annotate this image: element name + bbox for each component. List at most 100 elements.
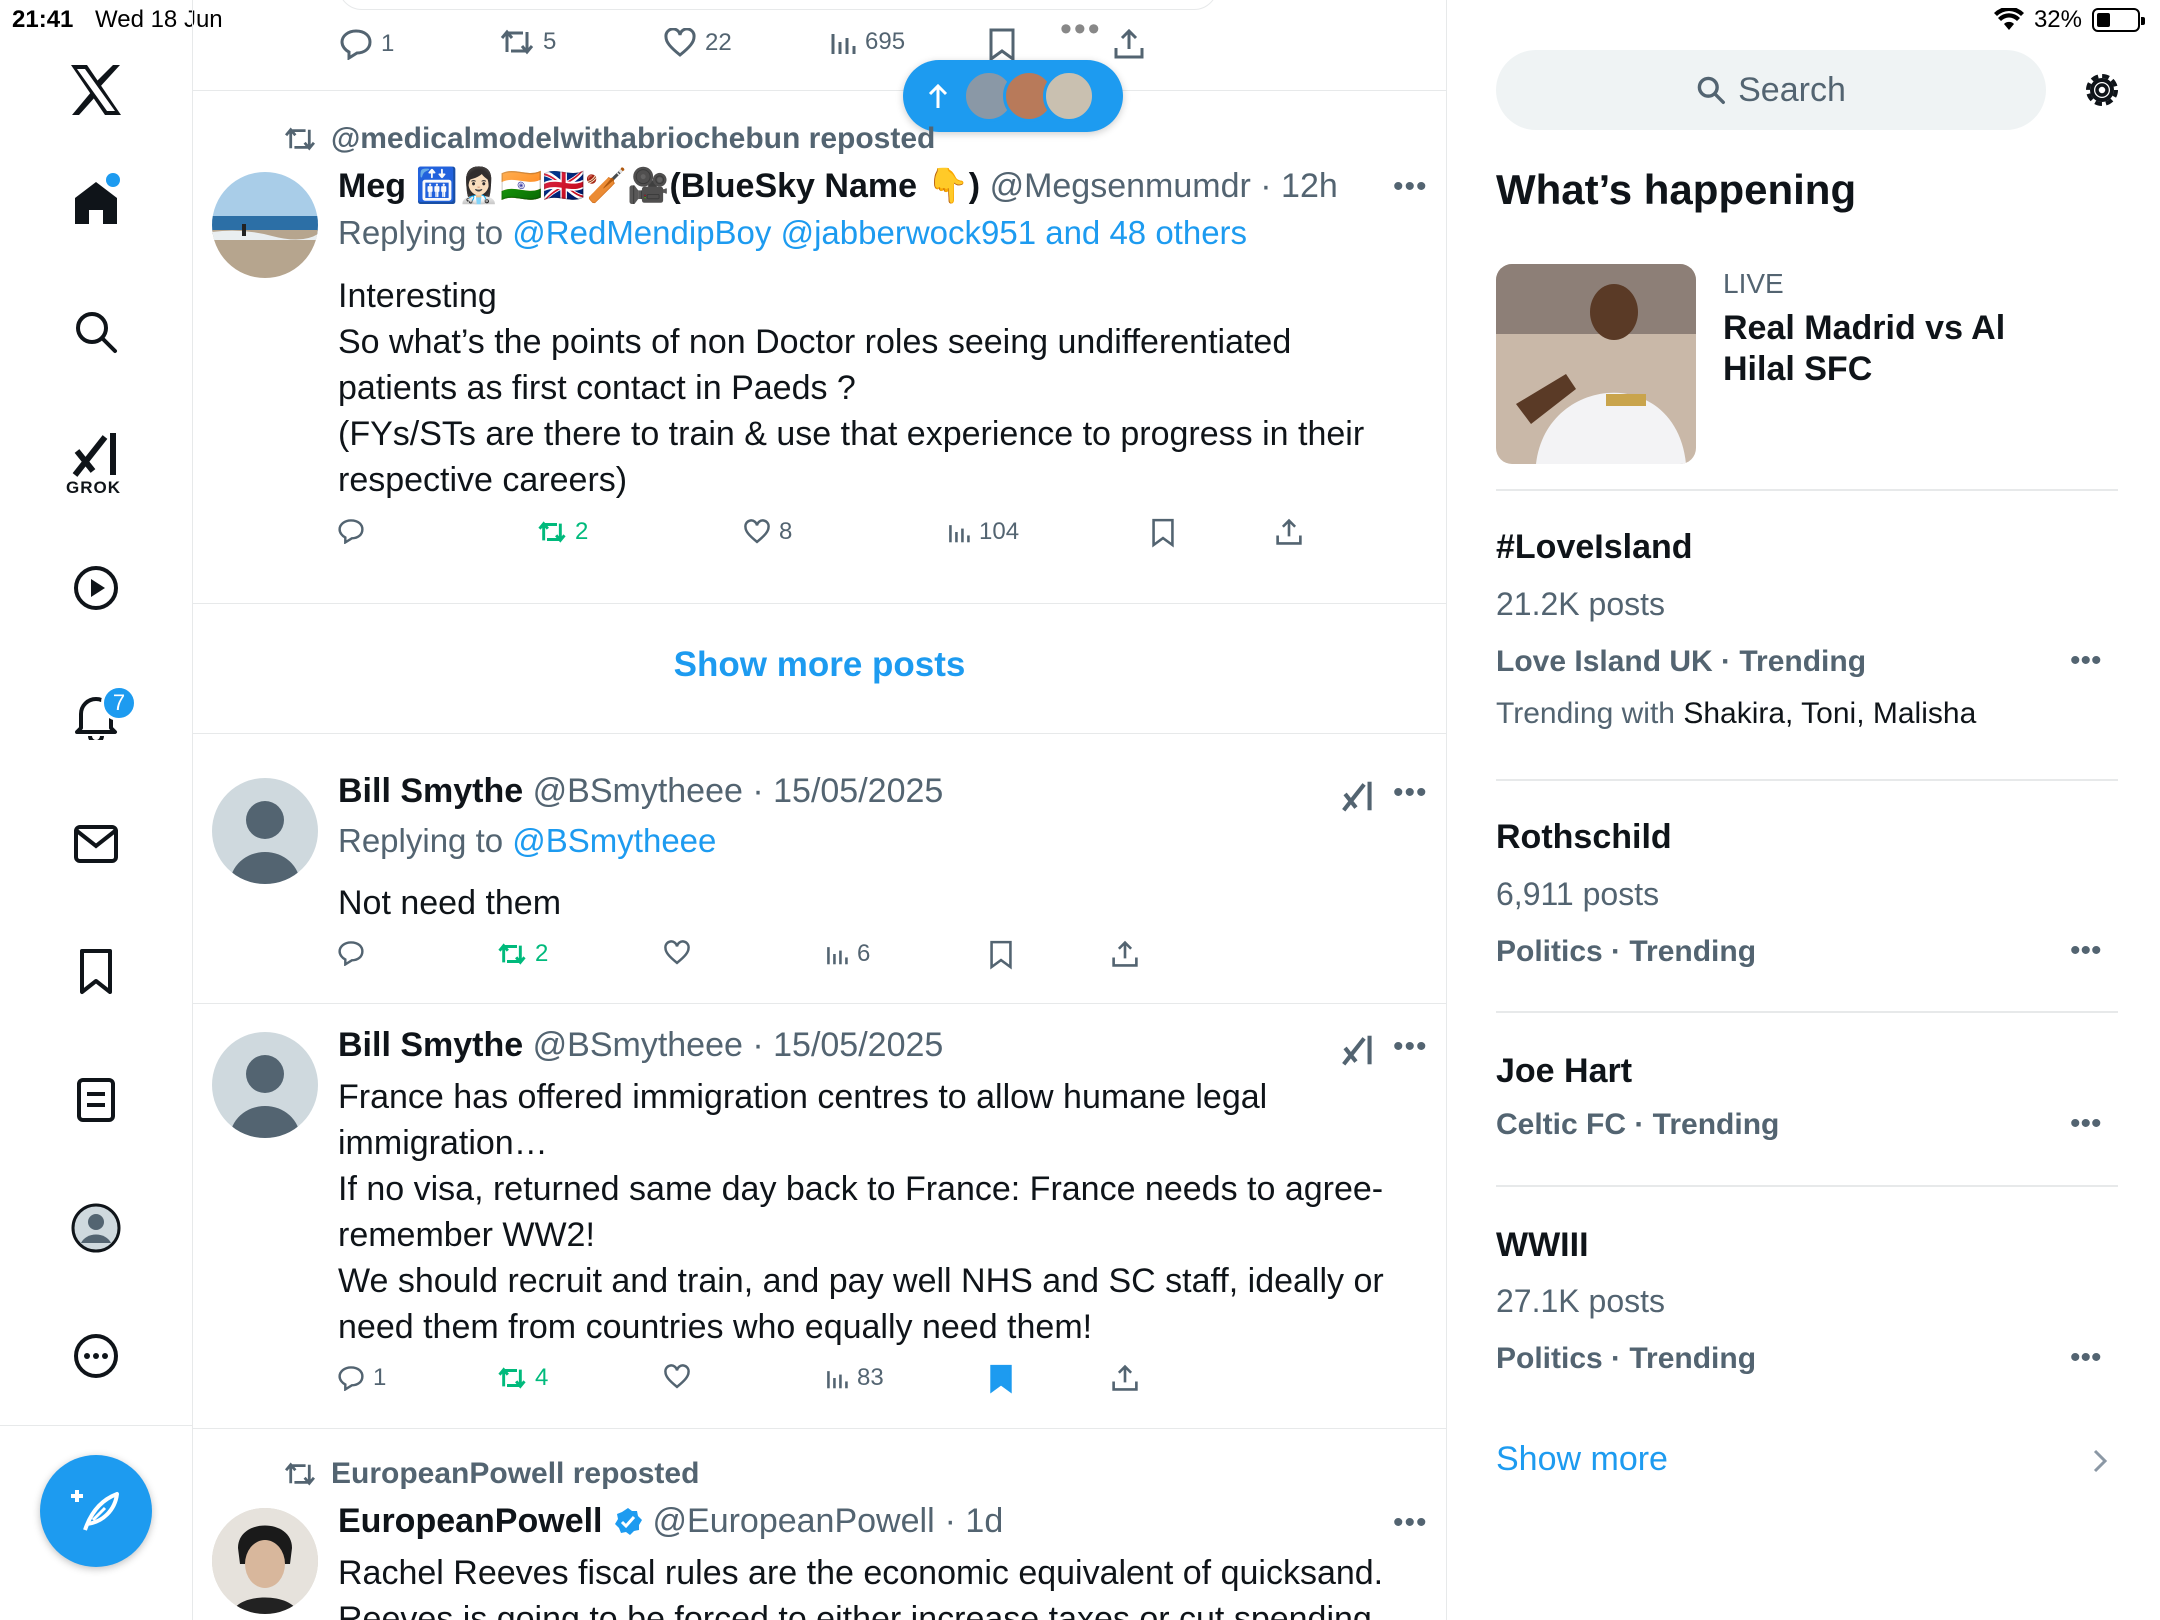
x-logo-icon[interactable] <box>60 54 132 126</box>
battery-icon <box>2092 8 2145 32</box>
author-handle[interactable]: @BSmytheee <box>533 1026 743 1064</box>
nav-explore[interactable] <box>60 296 132 368</box>
tweet-time[interactable]: · 15/05/2025 <box>752 772 943 810</box>
default-avatar-image <box>230 801 300 884</box>
replying-prefix: Replying to <box>338 822 504 859</box>
more-options-icon[interactable]: ••• <box>1393 1506 1428 1540</box>
repost-context[interactable]: @medicalmodelwithabriochebun reposted <box>283 122 935 156</box>
divider <box>1496 1011 2118 1013</box>
trend-posts: 6,911 posts <box>1496 876 1660 912</box>
live-event-image[interactable] <box>1496 264 1696 464</box>
arrow-up-icon <box>928 83 948 108</box>
reply-count: 1 <box>381 30 395 57</box>
avatar[interactable] <box>212 172 318 278</box>
nav-more[interactable] <box>60 1320 132 1392</box>
views-button[interactable]: 6 <box>825 940 870 968</box>
author-handle[interactable]: @BSmytheee <box>533 772 743 810</box>
bookmark-button[interactable] <box>988 28 1016 62</box>
search-input[interactable]: Search <box>1496 50 2046 130</box>
chevron-right-icon[interactable] <box>2092 1448 2108 1474</box>
reply-button[interactable] <box>337 940 365 966</box>
tweet-time[interactable]: · 15/05/2025 <box>752 1026 943 1064</box>
trend-more-icon[interactable]: ••• <box>2070 1341 2102 1375</box>
grok-icon[interactable] <box>1341 778 1375 814</box>
trend-more-icon[interactable]: ••• <box>2070 934 2102 968</box>
author-name[interactable]: Bill Smythe <box>338 772 523 810</box>
new-posts-pill[interactable] <box>903 60 1123 132</box>
views-count: 695 <box>865 28 906 55</box>
search-icon <box>76 312 117 353</box>
author-handle[interactable]: @EuropeanPowell <box>653 1502 935 1541</box>
repost-button[interactable]: 2 <box>497 940 548 968</box>
nav-home[interactable] <box>60 167 132 239</box>
like-button[interactable]: 8 <box>743 518 792 546</box>
nav-video[interactable] <box>60 552 132 624</box>
share-button[interactable] <box>1111 940 1139 968</box>
compose-button[interactable] <box>40 1455 152 1567</box>
reply-icon <box>338 941 364 966</box>
reply-button[interactable]: 1 <box>339 28 394 60</box>
trend-more-icon[interactable]: ••• <box>2070 1107 2102 1141</box>
more-options-icon[interactable]: ••• <box>1393 170 1428 204</box>
trend-title[interactable]: Rothschild <box>1496 818 1672 857</box>
share-button[interactable] <box>1113 28 1145 60</box>
author-name[interactable]: EuropeanPowell <box>338 1502 603 1541</box>
divider <box>1496 489 2118 491</box>
avatar[interactable] <box>212 778 318 884</box>
bookmark-icon <box>1152 518 1174 548</box>
trend-context: Politics · Trending <box>1496 1342 1757 1375</box>
footballer-photo <box>1496 264 1696 464</box>
views-button[interactable]: 104 <box>947 518 1019 546</box>
repost-icon <box>498 1367 526 1389</box>
more-options-icon[interactable]: ••• <box>1393 1030 1428 1064</box>
divider <box>1496 1185 2118 1187</box>
grok-icon[interactable] <box>1341 1032 1375 1068</box>
trend-more-icon[interactable]: ••• <box>2070 644 2102 678</box>
author-name[interactable]: Bill Smythe <box>338 1026 523 1064</box>
avatar[interactable] <box>212 1508 318 1614</box>
tweet-time[interactable]: · 12h <box>1260 167 1338 205</box>
reply-button[interactable]: 1 <box>337 1364 386 1392</box>
repost-button[interactable]: 4 <box>497 1364 548 1392</box>
gear-icon[interactable] <box>2078 66 2126 114</box>
nav-bookmarks[interactable] <box>60 936 132 1008</box>
views-button[interactable]: 83 <box>825 1364 884 1392</box>
like-button[interactable] <box>663 940 691 966</box>
repost-button[interactable]: 2 <box>537 518 588 546</box>
bookmark-button-active[interactable] <box>989 1364 1013 1394</box>
nav-profile[interactable] <box>60 1192 132 1264</box>
more-options-icon[interactable]: ••• <box>1393 776 1428 810</box>
replying-to-users[interactable]: @RedMendipBoy @jabberwock951 and 48 othe… <box>512 214 1247 251</box>
trend-with-names[interactable]: Shakira, Toni, Malisha <box>1683 697 1976 730</box>
reply-button[interactable] <box>337 518 365 544</box>
share-button[interactable] <box>1111 1364 1139 1392</box>
views-button[interactable]: 695 <box>829 28 905 56</box>
bookmark-button[interactable] <box>989 940 1013 970</box>
avatar[interactable] <box>212 1032 318 1138</box>
repost-button[interactable]: 5 <box>499 28 556 56</box>
nav-messages[interactable] <box>60 808 132 880</box>
trend-title[interactable]: Joe Hart <box>1496 1052 1632 1091</box>
bookmark-button[interactable] <box>1151 518 1175 548</box>
views-icon <box>949 525 970 543</box>
like-button[interactable]: 22 <box>663 28 732 58</box>
replying-to: Replying to @BSmytheee <box>338 822 716 860</box>
like-button[interactable] <box>663 1364 691 1390</box>
bookmark-icon <box>990 940 1012 970</box>
nav-lists[interactable] <box>60 1064 132 1136</box>
new-post-avatar <box>1043 70 1095 122</box>
repost-context[interactable]: EuropeanPowell reposted <box>283 1457 699 1491</box>
author-handle[interactable]: @Megsenmumdr <box>990 167 1251 205</box>
trend-title[interactable]: #LoveIsland <box>1496 528 1693 567</box>
share-button[interactable] <box>1275 518 1303 546</box>
show-more-trends-link[interactable]: Show more <box>1496 1440 1668 1479</box>
live-label: LIVE <box>1723 268 1784 299</box>
repost-count: 2 <box>575 518 589 545</box>
live-event-title[interactable]: Real Madrid vs Al Hilal SFC <box>1723 308 2053 390</box>
author-name[interactable]: Meg 🛗👩🏻‍⚕️🇮🇳🇬🇧🏏🎥(BlueSky Name 👇) <box>338 167 980 205</box>
replying-to-users[interactable]: @BSmytheee <box>512 822 716 859</box>
heart-icon <box>664 1364 690 1389</box>
show-more-posts-link[interactable]: Show more posts <box>193 645 1446 685</box>
tweet-time[interactable]: · 1d <box>945 1502 1004 1541</box>
trend-title[interactable]: WWIII <box>1496 1226 1589 1265</box>
